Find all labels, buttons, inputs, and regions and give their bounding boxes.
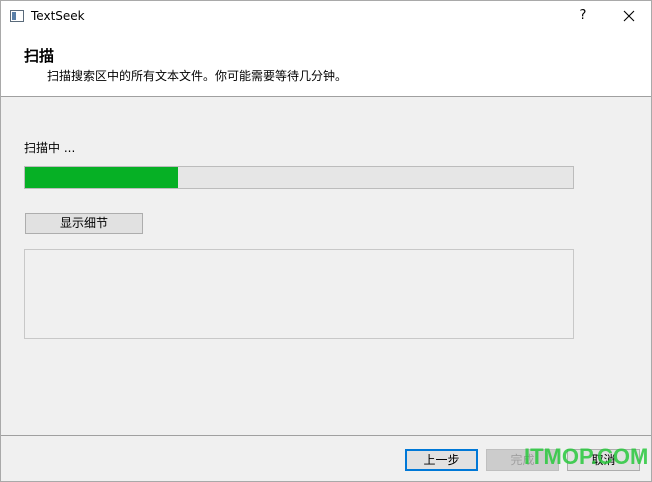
- app-window-icon: [10, 10, 24, 22]
- show-details-button[interactable]: 显示细节: [25, 213, 143, 234]
- scan-status-label: 扫描中 ...: [24, 141, 76, 155]
- window-title: TextSeek: [31, 9, 85, 23]
- details-panel: [24, 249, 574, 339]
- close-button[interactable]: [615, 4, 643, 28]
- back-button[interactable]: 上一步: [405, 449, 478, 471]
- wizard-window: TextSeek ? 扫描 扫描搜索区中的所有文本文件。你可能需要等待几分钟。 …: [0, 0, 652, 482]
- progress-fill: [25, 167, 179, 188]
- cancel-button[interactable]: 取消: [567, 449, 640, 471]
- title-bar: TextSeek ?: [1, 1, 651, 31]
- finish-button[interactable]: 完成: [486, 449, 559, 471]
- help-button[interactable]: ?: [571, 4, 595, 28]
- wizard-header: 扫描 扫描搜索区中的所有文本文件。你可能需要等待几分钟。: [1, 31, 651, 97]
- scan-progress-bar: [24, 166, 574, 189]
- close-icon: [623, 10, 635, 22]
- footer-divider: [1, 435, 651, 436]
- page-title: 扫描: [24, 47, 55, 65]
- page-subtitle: 扫描搜索区中的所有文本文件。你可能需要等待几分钟。: [47, 69, 348, 83]
